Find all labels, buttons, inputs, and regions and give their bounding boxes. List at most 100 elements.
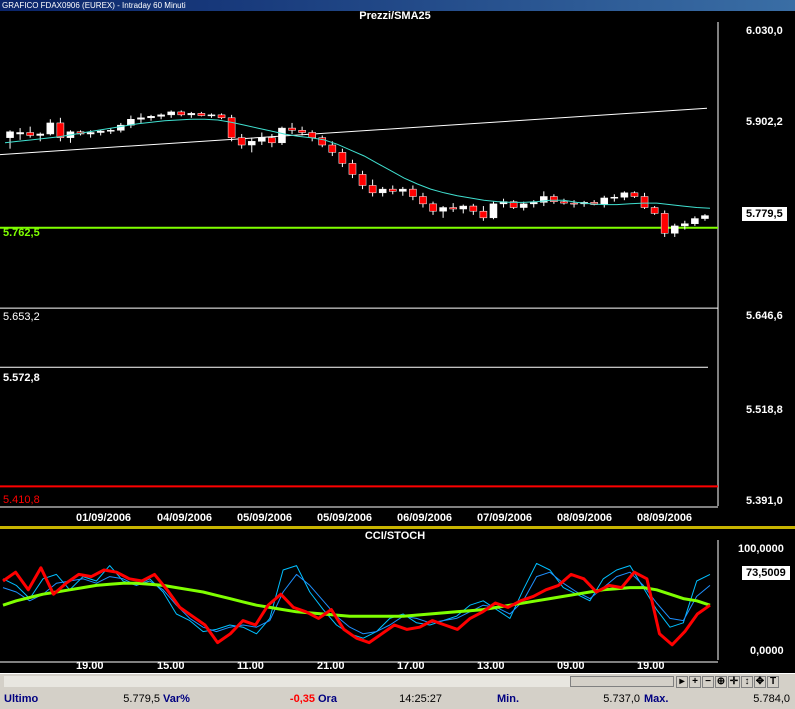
candle-body [167, 111, 175, 116]
candle-body [368, 185, 377, 194]
candle-body [630, 192, 639, 197]
candle-body [550, 196, 558, 202]
time-label: 15.00 [157, 660, 185, 672]
status-min-value: 5.737,0 [603, 693, 640, 705]
date-label: 07/09/2006 [477, 512, 533, 524]
candle-body [247, 141, 256, 146]
candle-body [399, 188, 407, 192]
candle-body [298, 130, 306, 133]
status-max-value: 5.784,0 [753, 693, 790, 705]
candle-body [338, 152, 347, 164]
candle-body [600, 197, 609, 205]
candle-body [348, 163, 357, 175]
time-label: 19.00 [637, 660, 665, 672]
current-price-box: 5.779,5 [742, 207, 787, 221]
price-axis-tick-1: 5.902,2 [746, 116, 783, 128]
candle-body [358, 174, 367, 186]
status-ultimo-value: 5.779,5 [123, 693, 160, 705]
candle-body [610, 196, 619, 199]
candle-body [439, 207, 447, 212]
candle-body [197, 113, 206, 116]
text-icon[interactable]: T [767, 676, 779, 688]
candle-body [640, 196, 649, 208]
date-label: 04/09/2006 [157, 512, 213, 524]
time-label: 13.00 [477, 660, 505, 672]
candle-body [157, 114, 165, 117]
time-label: 21.00 [317, 660, 345, 672]
candle-body [147, 116, 155, 119]
candle-body [56, 122, 65, 138]
trendline [0, 107, 708, 156]
move-icon[interactable]: ↕ [741, 676, 753, 688]
candle-body [479, 210, 488, 219]
candle-body [237, 137, 246, 146]
osc-axis-tick-0: 100,0000 [738, 543, 784, 555]
stoch-k-line [2, 562, 711, 639]
candle-body [207, 114, 216, 117]
status-ora-label: Ora [318, 693, 337, 705]
candle-body [469, 205, 478, 212]
cci-line [2, 566, 711, 647]
price-chart[interactable] [0, 22, 795, 522]
oscillator-chart[interactable] [0, 530, 795, 673]
level-label-2: 5.572,8 [3, 372, 40, 384]
candle-body [187, 113, 196, 116]
candle-body [177, 111, 186, 116]
candle-body [660, 213, 669, 234]
time-label: 09.00 [557, 660, 585, 672]
candle-body [328, 144, 337, 153]
candle-body [570, 202, 578, 205]
crosshair-icon[interactable]: ⊕ [715, 676, 727, 688]
date-label: 05/09/2006 [237, 512, 293, 524]
chart-scrollbar[interactable]: ▸ + − ⊕ ✛ ↕ ✥ T [0, 673, 795, 689]
candle-body [6, 131, 14, 138]
candle-body [670, 225, 679, 234]
date-label: 01/09/2006 [76, 512, 132, 524]
osc-axis-tick-1: 0,0000 [750, 645, 784, 657]
candle-body [529, 202, 538, 205]
candle-body [106, 130, 115, 132]
candle-body [36, 133, 45, 136]
price-axis-tick-4: 5.391,0 [746, 495, 783, 507]
candle-body [86, 132, 95, 135]
candle-body [701, 215, 709, 219]
zoom-in-icon[interactable]: + [689, 676, 701, 688]
date-label: 08/09/2006 [637, 512, 693, 524]
candle-body [650, 207, 659, 214]
candle-body [449, 207, 457, 210]
time-label: 17.00 [397, 660, 425, 672]
candle-body [419, 196, 427, 205]
level-label-0: 5.762,5 [3, 227, 40, 239]
level-label-3: 5.410,8 [3, 494, 40, 506]
candle-body [288, 127, 296, 131]
candle-body [378, 188, 387, 194]
cursor-icon[interactable]: ✛ [728, 676, 740, 688]
candle-body [258, 137, 266, 142]
candle-body [308, 132, 316, 138]
status-ultimo-label: Ultimo [4, 693, 39, 705]
scroll-thumb[interactable] [570, 676, 674, 687]
scroll-right-icon[interactable]: ▸ [676, 676, 688, 688]
price-axis-tick-0: 6.030,0 [746, 25, 783, 37]
time-label: 19.00 [76, 660, 104, 672]
level-label-1: 5.653,2 [3, 311, 40, 323]
time-label: 11.00 [237, 660, 264, 672]
expand-icon[interactable]: ✥ [754, 676, 766, 688]
price-panel-title: Prezzi/SMA25 [359, 10, 431, 22]
candle-body [227, 117, 236, 138]
candle-body [388, 188, 397, 192]
candle-body [519, 203, 528, 208]
status-min-label: Min. [497, 693, 519, 705]
candle-body [691, 218, 699, 224]
zoom-out-icon[interactable]: − [702, 676, 714, 688]
status-bar: Ultimo 5.779,5 Var% -0,35 Ora 14:25:27 M… [0, 689, 795, 709]
current-osc-box: 73,5009 [742, 566, 790, 580]
candle-body [268, 137, 276, 144]
candle-body [429, 203, 437, 212]
panel-separator[interactable] [0, 526, 795, 529]
stoch-d-line [2, 571, 711, 635]
candle-body [26, 132, 34, 136]
candle-body [278, 127, 286, 144]
candle-body [459, 205, 468, 210]
price-axis-tick-2: 5.646,6 [746, 310, 783, 322]
